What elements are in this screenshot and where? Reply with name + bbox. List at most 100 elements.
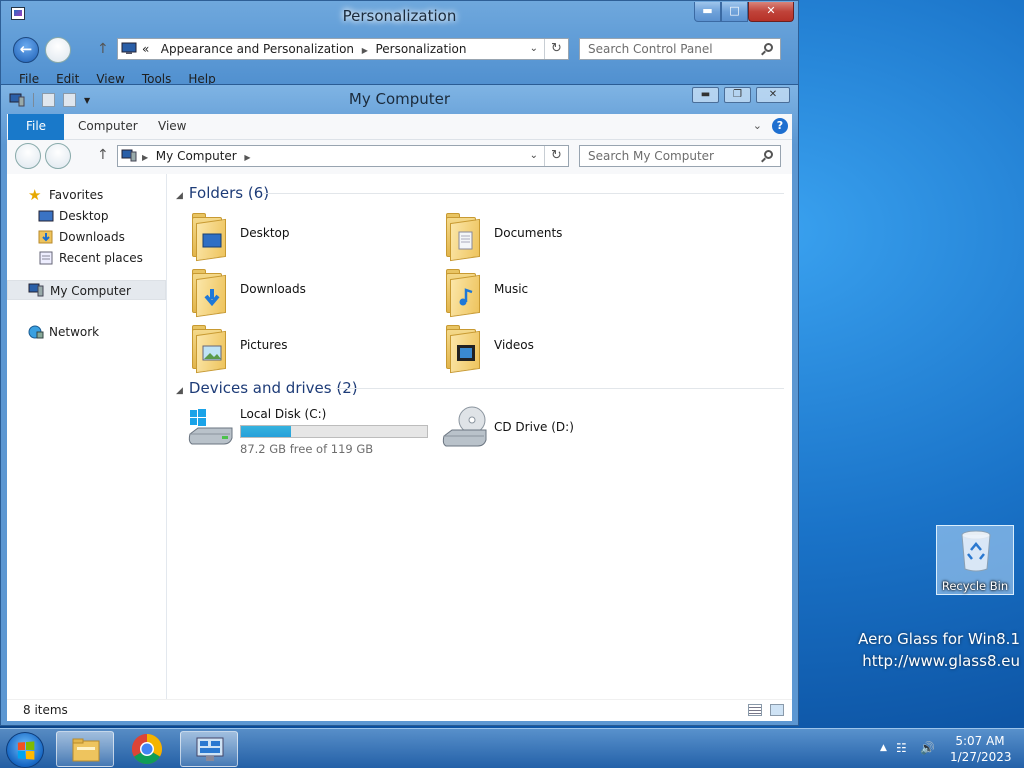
folder-label: Pictures	[240, 338, 288, 352]
item-count: 8 items	[23, 703, 68, 717]
breadcrumb-overflow[interactable]: «	[142, 42, 149, 56]
refresh-icon[interactable]: ↻	[544, 39, 568, 59]
folders-header-label: Folders (6)	[188, 184, 270, 202]
details-view-icon[interactable]	[748, 704, 762, 716]
close-button[interactable]: ✕	[748, 2, 794, 22]
nav-item-label: Desktop	[59, 209, 109, 223]
clock[interactable]: 5:07 AM 1/27/2023	[950, 733, 1012, 765]
ribbon: File Computer View ⌄ ?	[7, 114, 792, 140]
folder-label: Music	[494, 282, 529, 296]
folder-music[interactable]: Music	[442, 265, 682, 318]
search-input[interactable]: Search Control Panel	[579, 38, 781, 60]
tab-view[interactable]: View	[158, 114, 186, 140]
recycle-bin-label: Recycle Bin	[941, 579, 1009, 593]
forward-button[interactable]	[45, 143, 71, 169]
breadcrumb-appearance[interactable]: Appearance and Personalization	[161, 42, 354, 56]
taskbar-control-panel[interactable]	[180, 731, 238, 767]
clock-time: 5:07 AM	[955, 734, 1005, 748]
close-button[interactable]: ✕	[756, 87, 790, 103]
tab-computer[interactable]: Computer	[78, 114, 138, 140]
search-icon[interactable]	[764, 43, 773, 52]
navigation-pane: ★ Favorites Desktop Downloads Recent pla…	[7, 174, 167, 699]
group-divider	[262, 193, 784, 194]
network-status-icon[interactable]: ☷	[896, 741, 907, 755]
minimize-button[interactable]: ▬	[692, 87, 719, 103]
minimize-button[interactable]: ▬	[694, 2, 721, 22]
back-button[interactable]: ←	[13, 37, 39, 63]
drives-group-header[interactable]: ◢ Devices and drives (2)	[176, 379, 784, 397]
search-placeholder: Search Control Panel	[588, 42, 713, 56]
windows-drive-icon	[188, 409, 233, 445]
breadcrumb-my-computer[interactable]: My Computer	[156, 149, 237, 163]
address-dropdown-icon[interactable]: ⌄	[530, 146, 538, 166]
watermark-url: http://www.glass8.eu	[862, 652, 1020, 670]
folder-documents[interactable]: Documents	[442, 209, 682, 262]
breadcrumb-separator-icon[interactable]: ▶	[244, 153, 250, 162]
restore-button[interactable]: ❐	[724, 87, 751, 103]
folder-videos[interactable]: Videos	[442, 321, 682, 374]
search-placeholder: Search My Computer	[588, 149, 714, 163]
search-input[interactable]: Search My Computer	[579, 145, 781, 167]
nav-my-computer-label: My Computer	[50, 284, 131, 298]
nav-favorites[interactable]: ★ Favorites	[7, 185, 166, 205]
drive-label: Local Disk (C:)	[240, 407, 327, 421]
desktop-folder-icon	[188, 209, 230, 262]
back-button[interactable]	[15, 143, 41, 169]
expand-ribbon-icon[interactable]: ⌄	[753, 119, 762, 132]
address-dropdown-icon[interactable]: ⌄	[530, 39, 538, 59]
folder-label: Videos	[494, 338, 534, 352]
nav-item-desktop[interactable]: Desktop	[7, 206, 166, 226]
nav-item-recent-places[interactable]: Recent places	[7, 248, 166, 268]
recycle-bin-desktop-icon[interactable]: Recycle Bin	[936, 525, 1014, 595]
collapse-triangle-icon[interactable]: ◢	[176, 191, 183, 201]
address-bar[interactable]: ▶ My Computer ▶ ⌄ ↻	[117, 145, 569, 167]
nav-network-label: Network	[49, 325, 100, 339]
star-icon: ★	[28, 186, 42, 204]
address-bar[interactable]: « Appearance and Personalization ▶ Perso…	[117, 38, 569, 60]
taskbar-chrome[interactable]	[131, 733, 163, 768]
taskbar-file-explorer[interactable]	[56, 731, 114, 767]
cd-drive-icon	[442, 406, 487, 447]
breadcrumb-separator-icon[interactable]: ▶	[142, 153, 148, 162]
maximize-button[interactable]: □	[721, 2, 748, 22]
start-button[interactable]	[6, 732, 44, 768]
large-icons-view-icon[interactable]	[770, 704, 784, 716]
taskbar: ▲ ☷ 🔊 5:07 AM 1/27/2023	[0, 728, 1024, 768]
documents-folder-icon	[442, 209, 484, 262]
watermark-title: Aero Glass for Win8.1	[858, 630, 1020, 648]
music-folder-icon	[442, 265, 484, 318]
up-arrow-icon[interactable]: ↑	[97, 147, 109, 163]
aero-glass-watermark: Aero Glass for Win8.1 http://www.glass8.…	[858, 628, 1020, 672]
my-computer-window[interactable]: ▼ My Computer ▬ ❐ ✕ File Computer View ⌄…	[0, 84, 799, 726]
window-title: Personalization	[342, 7, 457, 25]
folder-desktop[interactable]: Desktop	[188, 209, 428, 262]
nav-item-downloads[interactable]: Downloads	[7, 227, 166, 247]
drive-local-disk-c[interactable]: Local Disk (C:) 87.2 GB free of 119 GB	[186, 404, 436, 460]
drives-header-label: Devices and drives (2)	[188, 379, 358, 397]
nav-item-label: Recent places	[59, 251, 143, 265]
show-hidden-icons-icon[interactable]: ▲	[880, 743, 887, 753]
volume-icon[interactable]: 🔊	[920, 741, 935, 755]
computer-icon	[28, 283, 44, 297]
collapse-triangle-icon[interactable]: ◢	[176, 386, 183, 396]
nav-my-computer[interactable]: My Computer	[7, 280, 166, 300]
personalization-window[interactable]: Personalization ▬ □ ✕ ← ↑ « Appearance a…	[0, 0, 799, 90]
breadcrumb-personalization[interactable]: Personalization	[375, 42, 466, 56]
recycle-bin-icon	[961, 530, 991, 572]
help-icon[interactable]: ?	[772, 118, 788, 134]
up-arrow-icon[interactable]: ↑	[97, 41, 109, 57]
search-icon[interactable]	[764, 150, 773, 159]
desktop-icon	[38, 210, 54, 222]
refresh-icon[interactable]: ↻	[544, 146, 568, 166]
folders-group-header[interactable]: ◢ Folders (6)	[176, 184, 784, 202]
folder-label: Documents	[494, 226, 563, 240]
control-panel-address-icon	[121, 42, 137, 54]
system-tray: ▲ ☷ 🔊 5:07 AM 1/27/2023	[874, 729, 1024, 768]
drive-cd-d[interactable]: CD Drive (D:)	[440, 404, 640, 460]
breadcrumb-separator-icon[interactable]: ▶	[362, 46, 368, 55]
nav-network[interactable]: Network	[7, 322, 166, 342]
folder-pictures[interactable]: Pictures	[188, 321, 428, 374]
folder-downloads[interactable]: Downloads	[188, 265, 428, 318]
forward-button[interactable]	[45, 37, 71, 63]
tab-file[interactable]: File	[8, 114, 64, 140]
